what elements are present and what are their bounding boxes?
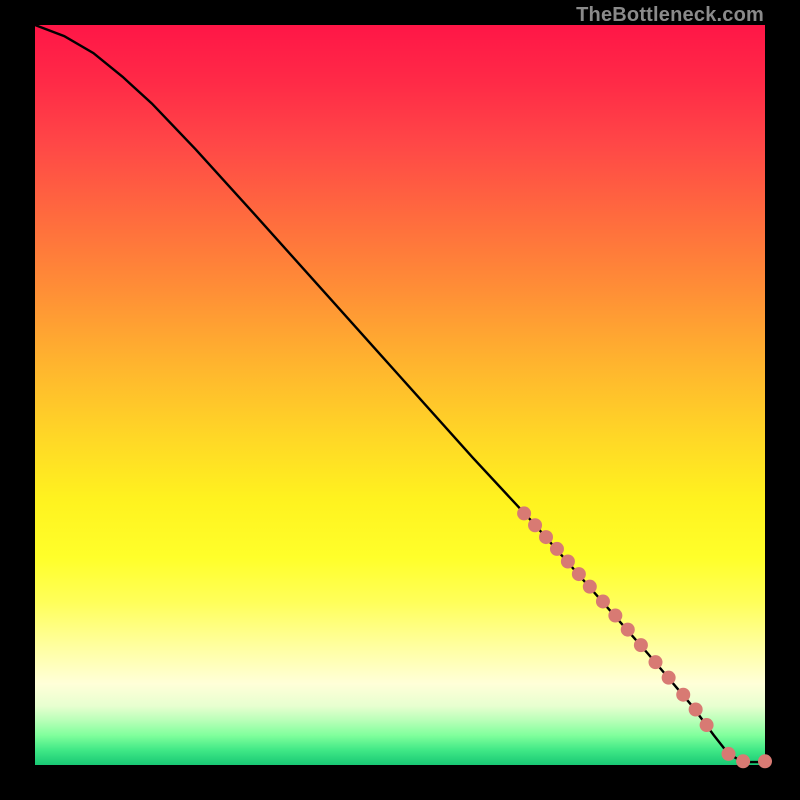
highlight-point [689,703,703,717]
highlight-point [583,580,597,594]
highlight-point [649,655,663,669]
highlight-point [608,609,622,623]
highlight-point [517,506,531,520]
highlight-point [539,530,553,544]
highlight-point [528,518,542,532]
main-curve-line [35,25,765,762]
highlight-point [736,754,750,768]
highlight-point [634,638,648,652]
highlight-point [572,567,586,581]
highlight-point [596,594,610,608]
highlight-point [561,555,575,569]
highlight-points-group [517,506,772,768]
highlight-point [662,671,676,685]
highlight-point [700,718,714,732]
highlight-point [722,747,736,761]
highlight-point [550,542,564,556]
highlight-point [621,623,635,637]
chart-svg [35,25,765,765]
plot-area [35,25,765,765]
chart-frame: TheBottleneck.com [0,0,800,800]
highlight-point [758,754,772,768]
watermark-text: TheBottleneck.com [576,4,764,27]
highlight-point [676,688,690,702]
